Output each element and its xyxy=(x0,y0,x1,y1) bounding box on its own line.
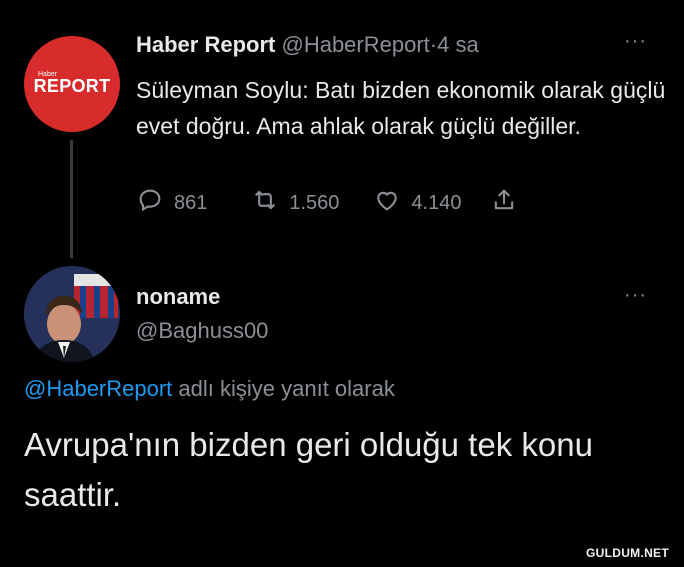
like-button[interactable]: 4.140 xyxy=(373,186,462,220)
reply-icon xyxy=(136,186,164,220)
tweet-header: Haber Report @HaberReport·4 sa xyxy=(136,32,479,58)
reply-button[interactable]: 861 xyxy=(136,186,207,220)
tweet-text: Avrupa'nın bizden geri olduğu tek konu s… xyxy=(24,426,593,513)
more-options-button[interactable]: ··· xyxy=(624,30,647,53)
retweet-icon xyxy=(251,186,279,220)
reply-count: 861 xyxy=(174,191,208,214)
avatar-brand-text: REPORT xyxy=(33,76,111,96)
reply-context: @HaberReport adlı kişiye yanıt olarak xyxy=(24,376,395,402)
retweet-button[interactable]: 1.560 xyxy=(251,186,339,220)
tweet-text: Süleyman Soylu: Batı bizden ekonomik ola… xyxy=(136,77,666,139)
avatar-noname[interactable] xyxy=(24,266,120,362)
reply-to-label: adlı kişiye yanıt olarak xyxy=(178,376,395,401)
like-count: 4.140 xyxy=(411,191,462,214)
thread-line xyxy=(70,140,73,258)
avatar-haber-report[interactable]: Haber REPORT xyxy=(24,36,120,132)
reply-to-link[interactable]: @HaberReport xyxy=(24,376,172,401)
separator: · xyxy=(429,32,438,57)
timestamp[interactable]: 4 sa xyxy=(437,32,479,57)
avatar-photo xyxy=(24,266,120,362)
user-handle[interactable]: @HaberReport xyxy=(281,32,429,57)
share-button[interactable] xyxy=(490,186,518,220)
more-options-button[interactable]: ··· xyxy=(624,284,647,307)
user-handle[interactable]: @Baghuss00 xyxy=(136,318,268,344)
retweet-count: 1.560 xyxy=(289,191,340,214)
share-icon xyxy=(490,186,518,220)
tweet-actions: 861 1.560 4.140 xyxy=(136,186,518,220)
like-icon xyxy=(373,186,401,220)
display-name[interactable]: Haber Report xyxy=(136,32,275,57)
watermark: GULDUM.NET xyxy=(586,546,669,560)
display-name[interactable]: noname xyxy=(136,284,220,310)
